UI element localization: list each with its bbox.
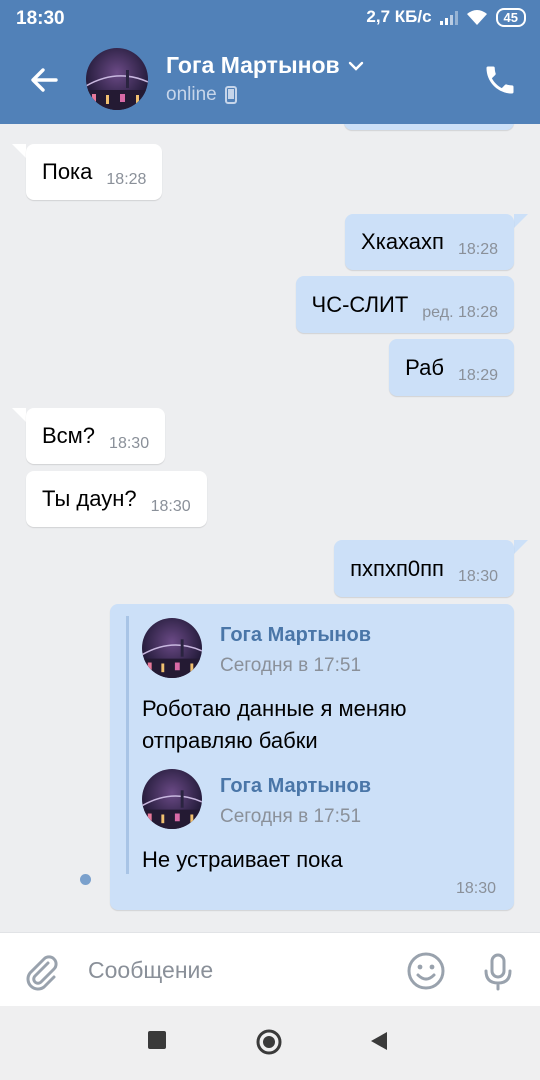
message-bubble-incoming[interactable]: Пока 18:28 xyxy=(26,144,163,200)
bubble-tail xyxy=(12,408,26,422)
chat-header: Гога Мартынов online xyxy=(0,36,540,124)
message-bubble-incoming[interactable]: Ты даун? 18:30 xyxy=(26,471,207,527)
message-bubble-partial xyxy=(344,124,514,130)
forward-text: Роботаю данные я меняю xyxy=(142,696,407,721)
message-text: ЧС-СЛИТ xyxy=(311,291,409,317)
message-list[interactable]: Пока 18:28 Xкахахп 18:28 ЧС-СЛИТ ред. 18… xyxy=(0,124,540,932)
back-arrow-icon[interactable] xyxy=(26,62,62,98)
message-text: Xкахахп xyxy=(361,229,444,254)
forward-quote-bar xyxy=(126,616,129,874)
bubble-tail xyxy=(514,540,528,554)
bubble-tail xyxy=(514,214,528,228)
message-time: 18:30 xyxy=(150,498,191,515)
status-right: 2,7 КБ/с 45 xyxy=(366,7,526,27)
bubble-tail xyxy=(12,144,26,158)
message-bubble-outgoing[interactable]: пхпхп0пп 18:30 xyxy=(334,540,514,597)
phone-icon[interactable] xyxy=(482,62,518,98)
forward-text: Не устраивает пока xyxy=(142,847,343,872)
message-text: пхпхп0пп xyxy=(350,555,444,581)
mobile-icon xyxy=(224,86,237,104)
message-input[interactable]: Сообщение xyxy=(88,957,213,984)
message-composer: Сообщение xyxy=(0,932,540,1006)
contact-name-text: Гога Мартынов xyxy=(166,52,340,78)
message-time: 18:28 xyxy=(457,241,498,258)
home-icon[interactable] xyxy=(255,1028,283,1056)
status-time: 18:30 xyxy=(16,8,65,29)
message-text: Всм? xyxy=(42,423,96,448)
attach-icon[interactable] xyxy=(22,951,62,991)
avatar[interactable] xyxy=(86,48,148,110)
message-time: 18:30 xyxy=(455,880,496,897)
forward-text: отправляю бабки xyxy=(142,728,318,753)
signal-icon xyxy=(439,9,458,25)
forward-date: Сегодня в 17:51 xyxy=(220,806,362,827)
contact-status-text: online xyxy=(166,84,217,105)
message-text: Ты даун? xyxy=(42,486,137,511)
contact-status: online xyxy=(166,84,237,106)
unread-indicator xyxy=(80,874,91,885)
forward-author[interactable]: Гога Мартынов xyxy=(220,775,371,798)
status-bar: 18:30 2,7 КБ/с 45 xyxy=(0,0,540,36)
chevron-down-icon xyxy=(348,61,363,71)
avatar[interactable] xyxy=(142,769,202,829)
message-bubble-outgoing[interactable]: Раб 18:29 xyxy=(389,339,514,396)
contact-name[interactable]: Гога Мартынов xyxy=(166,52,364,79)
recent-apps-icon[interactable] xyxy=(147,1030,167,1050)
message-text: Раб xyxy=(405,354,444,380)
net-speed: 2,7 КБ/с xyxy=(366,7,432,26)
forward-date: Сегодня в 17:51 xyxy=(220,655,362,676)
emoji-icon[interactable] xyxy=(406,951,446,991)
system-navigation-bar xyxy=(0,1006,540,1080)
forward-author[interactable]: Гога Мартынов xyxy=(220,624,371,647)
message-time: 18:30 xyxy=(457,567,498,585)
back-icon[interactable] xyxy=(369,1030,389,1052)
message-text: Пока xyxy=(42,159,93,184)
message-time: 18:30 xyxy=(109,435,150,452)
message-bubble-outgoing[interactable]: ЧС-СЛИТ ред. 18:28 xyxy=(295,276,514,333)
message-time: 18:29 xyxy=(457,366,498,384)
forwarded-messages-bubble[interactable]: Гога Мартынов Сегодня в 17:51 Роботаю да… xyxy=(110,604,514,910)
message-bubble-outgoing[interactable]: Xкахахп 18:28 xyxy=(345,214,514,270)
wifi-icon xyxy=(466,10,487,25)
avatar[interactable] xyxy=(142,618,202,678)
message-time: ред. 18:28 xyxy=(422,303,498,321)
message-time: 18:28 xyxy=(106,171,147,188)
mic-icon[interactable] xyxy=(478,951,518,991)
battery-icon: 45 xyxy=(495,7,526,27)
message-bubble-incoming[interactable]: Всм? 18:30 xyxy=(26,408,166,464)
